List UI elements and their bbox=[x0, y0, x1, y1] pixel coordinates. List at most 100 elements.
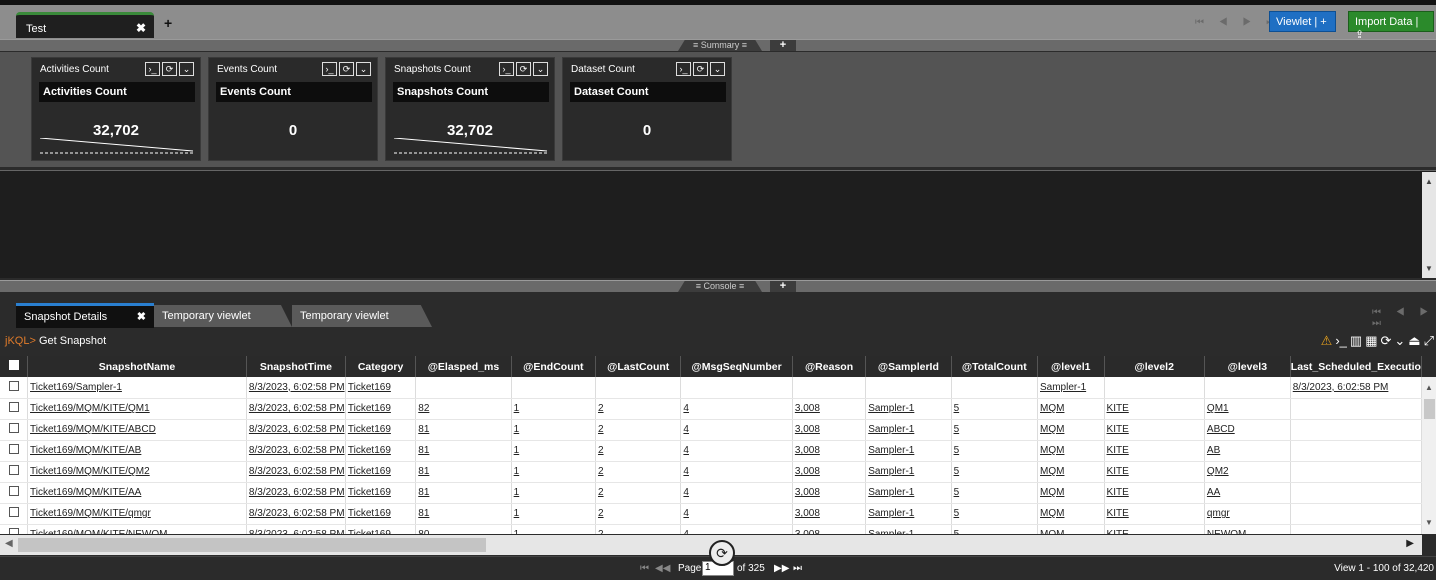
table-cell[interactable]: Ticket169 bbox=[345, 524, 417, 534]
cell-link[interactable]: Ticket169 bbox=[348, 508, 391, 519]
table-cell[interactable]: 82 bbox=[415, 398, 512, 420]
table-cell[interactable]: 1 bbox=[511, 419, 597, 441]
cell-link[interactable]: 8/3/2023, 6:02:58 PM bbox=[249, 424, 344, 435]
table-cell[interactable]: Ticket169 bbox=[345, 440, 417, 462]
cell-link[interactable]: 8/3/2023, 6:02:58 PM bbox=[249, 466, 344, 477]
cell-link[interactable]: 81 bbox=[418, 445, 429, 456]
cell-link[interactable]: Ticket169/MQM/KITE/QM1 bbox=[30, 403, 150, 414]
cell-link[interactable]: 1 bbox=[514, 508, 520, 519]
console-toggle[interactable]: ≡ Console ≡ bbox=[678, 281, 762, 292]
cell-link[interactable]: 80 bbox=[418, 529, 429, 534]
cell-link[interactable]: 81 bbox=[418, 487, 429, 498]
cell-link[interactable]: Ticket169/MQM/KITE/AA bbox=[30, 487, 141, 498]
column-header[interactable]: SnapshotName bbox=[27, 356, 247, 377]
table-cell[interactable]: QM2 bbox=[1204, 461, 1291, 483]
table-cell[interactable]: 5 bbox=[951, 419, 1039, 441]
table-cell[interactable]: Ticket169 bbox=[345, 482, 417, 504]
cell-link[interactable]: KITE bbox=[1107, 508, 1129, 519]
cell-link[interactable]: 5 bbox=[954, 487, 960, 498]
table-cell[interactable]: 3,008 bbox=[792, 524, 867, 534]
cell-link[interactable]: NEWQM bbox=[1207, 529, 1246, 534]
tab-temporary-viewlet-1[interactable]: Temporary viewlet bbox=[154, 305, 292, 327]
table-cell[interactable]: Sampler-1 bbox=[865, 524, 952, 534]
column-header[interactable]: SnapshotTime bbox=[246, 356, 346, 377]
cell-link[interactable]: 1 bbox=[514, 466, 520, 477]
table-cell[interactable]: 2 bbox=[595, 503, 682, 525]
add-console-button[interactable]: + bbox=[770, 281, 796, 292]
cell-link[interactable]: Ticket169/MQM/KITE/NEWQM bbox=[30, 529, 167, 534]
table-row[interactable]: Ticket169/MQM/KITE/QM1 8/3/2023, 6:02:58 … bbox=[0, 398, 1422, 420]
cell-link[interactable]: Ticket169/MQM/KITE/qmgr bbox=[30, 508, 151, 519]
cell-link[interactable]: Sampler-1 bbox=[868, 403, 914, 414]
table-cell[interactable]: MQM bbox=[1037, 419, 1105, 441]
table-cell[interactable]: 8/3/2023, 6:02:58 PM bbox=[246, 398, 346, 420]
row-checkbox[interactable] bbox=[0, 461, 29, 483]
chevron-down-icon[interactable]: ⌄ bbox=[533, 62, 548, 76]
eject-icon[interactable]: ⏏ bbox=[1408, 333, 1420, 349]
cell-link[interactable]: 4 bbox=[683, 424, 689, 435]
table-cell[interactable]: qmgr bbox=[1204, 503, 1291, 525]
table-cell[interactable]: 8/3/2023, 6:02:58 PM bbox=[246, 461, 346, 483]
table-cell[interactable]: 5 bbox=[951, 461, 1039, 483]
table-cell[interactable]: 1 bbox=[511, 461, 597, 483]
table-cell[interactable]: KITE bbox=[1104, 419, 1205, 441]
cell-link[interactable]: 5 bbox=[954, 403, 960, 414]
refresh-icon[interactable]: ⟳ bbox=[693, 62, 708, 76]
cell-link[interactable]: 8/3/2023, 6:02:58 PM bbox=[249, 403, 344, 414]
table-cell[interactable]: 8/3/2023, 6:02:58 PM bbox=[246, 440, 346, 462]
table-cell[interactable]: Ticket169/MQM/KITE/qmgr bbox=[27, 503, 247, 525]
cell-link[interactable]: 2 bbox=[598, 508, 604, 519]
table-cell[interactable]: MQM bbox=[1037, 503, 1105, 525]
column-header[interactable]: @LastCount bbox=[595, 356, 682, 377]
cell-link[interactable]: KITE bbox=[1107, 445, 1129, 456]
table-cell[interactable]: 81 bbox=[415, 503, 512, 525]
cell-link[interactable]: 3,008 bbox=[795, 466, 820, 477]
cell-link[interactable]: Sampler-1 bbox=[1040, 382, 1086, 393]
terminal-icon[interactable]: ›_ bbox=[676, 62, 691, 76]
column-header[interactable]: @level2 bbox=[1104, 356, 1205, 377]
table-cell[interactable]: 5 bbox=[951, 482, 1039, 504]
add-tab-button[interactable]: + bbox=[164, 15, 172, 31]
table-cell[interactable]: Sampler-1 bbox=[865, 440, 952, 462]
table-cell[interactable]: 2 bbox=[595, 398, 682, 420]
table-cell[interactable]: 4 bbox=[680, 440, 793, 462]
cell-link[interactable]: Ticket169 bbox=[348, 445, 391, 456]
table-cell[interactable]: 81 bbox=[415, 482, 512, 504]
table-cell[interactable]: Sampler-1 bbox=[865, 461, 952, 483]
prev-page-button[interactable]: ◀◀ bbox=[655, 563, 670, 574]
table-cell[interactable]: 2 bbox=[595, 419, 682, 441]
table-cell[interactable]: 4 bbox=[680, 461, 793, 483]
column-header[interactable]: @TotalCount bbox=[951, 356, 1039, 377]
scroll-thumb[interactable] bbox=[1424, 399, 1435, 419]
table-cell[interactable]: 5 bbox=[951, 503, 1039, 525]
column-header[interactable]: Last_Scheduled_Executio bbox=[1290, 356, 1422, 377]
cell-link[interactable]: 2 bbox=[598, 424, 604, 435]
table-cell[interactable]: 4 bbox=[680, 482, 793, 504]
row-checkbox[interactable] bbox=[0, 503, 29, 525]
terminal-icon[interactable]: ›_ bbox=[145, 62, 160, 76]
scroll-down-icon[interactable]: ▼ bbox=[1425, 518, 1433, 527]
cell-link[interactable]: Ticket169 bbox=[348, 382, 391, 393]
table-cell[interactable]: 3,008 bbox=[792, 461, 867, 483]
cell-link[interactable]: 2 bbox=[598, 445, 604, 456]
tab-test[interactable]: Test ✖ bbox=[16, 12, 154, 38]
cell-link[interactable]: 3,008 bbox=[795, 508, 820, 519]
scroll-right-icon[interactable]: ▶ bbox=[1406, 538, 1414, 549]
table-cell[interactable]: MQM bbox=[1037, 461, 1105, 483]
column-header[interactable]: @Reason bbox=[792, 356, 867, 377]
cell-link[interactable]: 81 bbox=[418, 508, 429, 519]
table-cell[interactable]: Sampler-1 bbox=[865, 482, 952, 504]
table-cell[interactable]: KITE bbox=[1104, 461, 1205, 483]
cell-link[interactable]: 1 bbox=[514, 403, 520, 414]
column-header[interactable]: @level1 bbox=[1037, 356, 1105, 377]
table-cell[interactable]: Ticket169/MQM/KITE/QM2 bbox=[27, 461, 247, 483]
chevron-down-icon[interactable]: ⌄ bbox=[710, 62, 725, 76]
cell-link[interactable]: 3,008 bbox=[795, 445, 820, 456]
cell-link[interactable]: qmgr bbox=[1207, 508, 1230, 519]
warning-icon[interactable]: ⚠ bbox=[1321, 333, 1333, 349]
next-page-button[interactable]: ▶▶ bbox=[774, 563, 789, 574]
cell-link[interactable]: 5 bbox=[954, 466, 960, 477]
table-cell[interactable]: 4 bbox=[680, 419, 793, 441]
cell-link[interactable]: QM2 bbox=[1207, 466, 1229, 477]
row-checkbox[interactable] bbox=[0, 440, 29, 462]
